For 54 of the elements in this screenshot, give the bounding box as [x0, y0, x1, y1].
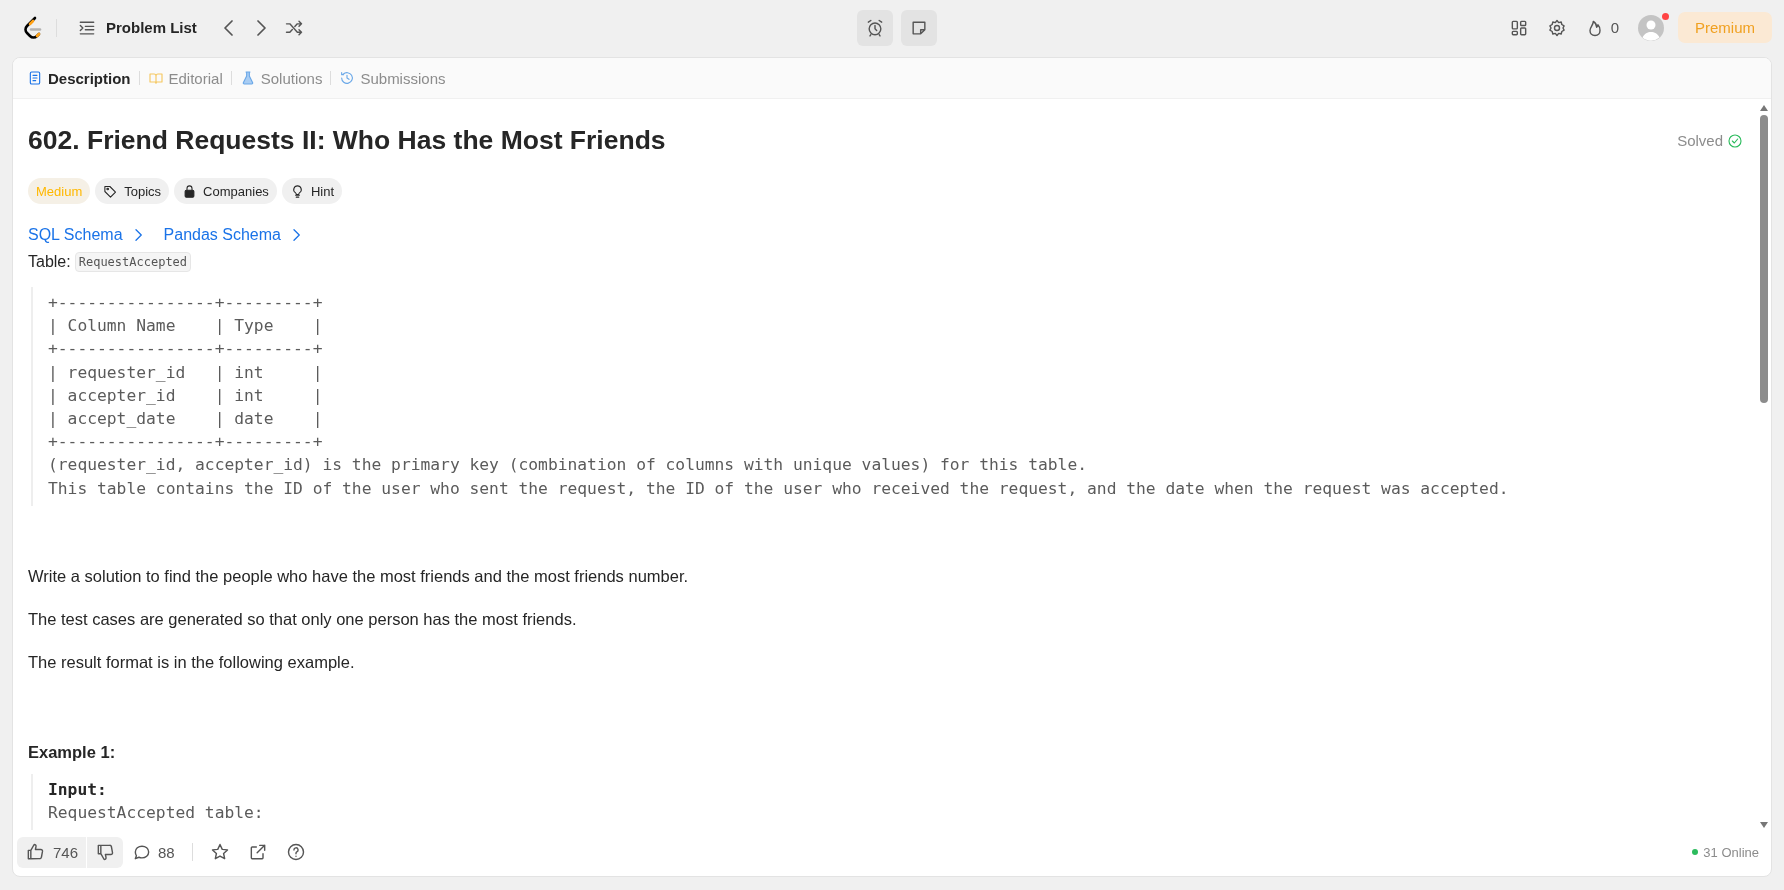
timer-button[interactable]	[857, 9, 893, 46]
table-label: Table:	[28, 253, 71, 271]
code-line: +----------------+---------+	[48, 292, 324, 314]
paragraph: The test cases are generated so that only one person has the most friends.	[28, 609, 578, 629]
scrollbar-thumb[interactable]	[1760, 115, 1768, 403]
paragraph: Write a solution to find the people who have the most friends and the most friends number.	[28, 566, 690, 586]
comments-button[interactable]: 88	[123, 836, 184, 868]
streak-count: 0	[1610, 19, 1619, 36]
tab[interactable]: Description	[23, 65, 135, 91]
code-line: +----------------+---------+	[48, 338, 324, 361]
code-line: | accept_date | date |	[48, 407, 324, 430]
problem-list-button[interactable]: Problem List	[69, 13, 205, 42]
code-line: | Column Name | Type |	[48, 315, 324, 338]
check-circle-icon	[1727, 132, 1743, 149]
star-icon	[209, 842, 230, 862]
logo-icon[interactable]	[22, 15, 44, 40]
tag-chip[interactable]: Hint	[281, 178, 342, 204]
scroll-up-arrow-icon[interactable]	[1760, 105, 1768, 111]
problem-title: 602. Friend Requests II: Who Has the Most Friends	[28, 125, 666, 156]
help-icon	[285, 842, 306, 862]
thumbs-down-icon	[95, 842, 116, 862]
chevron-left-icon	[223, 19, 236, 36]
document-icon	[27, 70, 43, 86]
code-line: RequestAccepted table:	[48, 801, 265, 824]
settings-icon	[1546, 17, 1567, 38]
tag-chip[interactable]: Topics	[95, 178, 170, 204]
book-icon	[147, 70, 164, 86]
tag-icon	[103, 183, 119, 199]
scroll-down-arrow-icon[interactable]	[1760, 822, 1768, 828]
table-name: RequestAccepted	[74, 252, 192, 272]
difficulty-badge: Medium	[28, 178, 91, 204]
tag-chip[interactable]: Companies	[174, 178, 277, 204]
streak-button[interactable]: 0	[1575, 11, 1628, 44]
schema-link[interactable]: Pandas Schema	[163, 226, 300, 244]
like-button[interactable]: 746	[17, 836, 87, 868]
code-line: | requester_id | int |	[48, 361, 324, 384]
history-icon	[339, 70, 356, 86]
online-dot	[1692, 849, 1699, 855]
notes-button[interactable]	[901, 9, 937, 46]
lock-icon	[182, 183, 198, 199]
schema-link[interactable]: SQL Schema	[28, 226, 142, 244]
chevron-right-icon	[132, 229, 142, 241]
thumbs-up-icon	[25, 842, 45, 862]
online-count: 31 Online	[1703, 844, 1759, 860]
code-line: (requester_id, accepter_id) is the primary key (combination of columns with unique values) for this table.	[48, 454, 1089, 477]
input-label: Input:	[48, 778, 108, 801]
example-title: Example 1:	[28, 742, 117, 762]
code-line: | accepter_id | int |	[48, 384, 324, 407]
paragraph: The result format is in the following example.	[28, 652, 356, 672]
chevron-right-icon	[290, 229, 300, 241]
alarm-clock-icon	[865, 17, 885, 38]
solved-status: Solved	[1677, 132, 1723, 149]
code-line: This table contains the ID of the user who sent the request, the ID of the user who received the request, and the date when the request was accepted.	[48, 477, 1510, 500]
code-line: +----------------+---------+	[48, 431, 324, 454]
